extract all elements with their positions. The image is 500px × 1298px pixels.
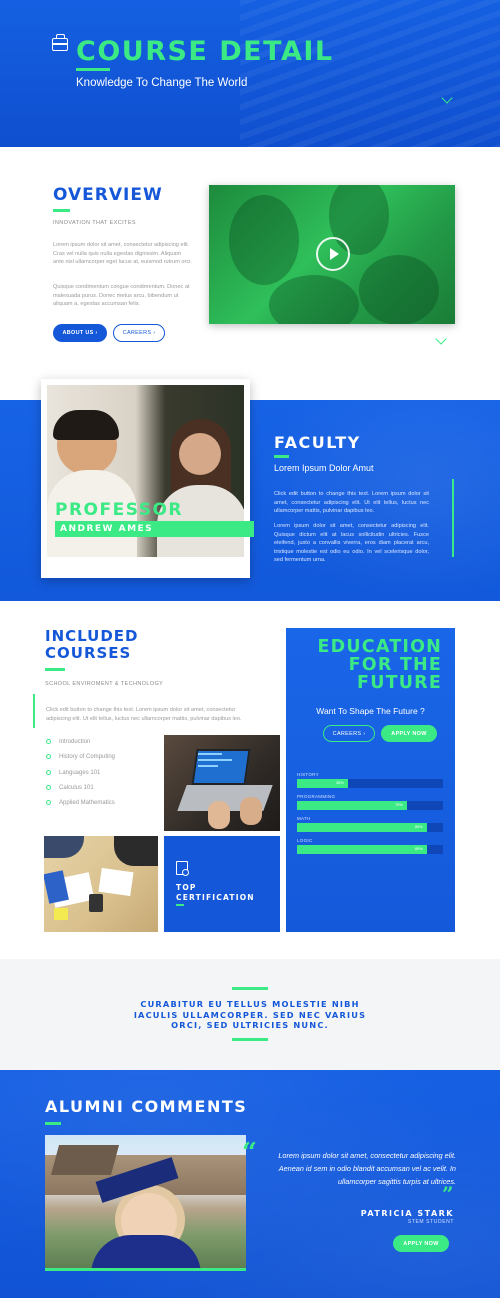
alumni-name: PATRICIA STARK [360,1209,454,1218]
certification-underline [176,904,184,906]
quote-text: CURABITUR EU TELLUS MOLESTIE NIBH IACULI… [133,999,367,1030]
intro-accent-line [33,694,35,728]
page-subtitle: Knowledge To Change The World [76,77,248,89]
courses-underline [45,668,65,671]
careers-button[interactable]: CAREERS › [323,725,375,742]
study-group-image [44,836,158,932]
skill-label: LOGIC [297,838,313,843]
play-icon[interactable] [316,237,350,271]
education-subtitle: Want To Shape The Future ? [316,706,425,716]
skill-label: HISTORY [297,772,319,777]
hero-background-image [240,0,500,147]
skill-bar: 89% [297,823,443,832]
alumni-photo-underline [45,1268,246,1271]
laptop-image [164,735,280,831]
title-underline [76,68,110,71]
briefcase-icon [52,34,68,51]
bullet-icon [46,800,51,805]
faculty-accent-line [452,479,454,557]
bullet-icon [46,754,51,759]
skill-bar: 89% [297,845,443,854]
skill-bar-fill: 89% [297,823,427,832]
overview-paragraph-2: Quisque condimentum congue condimentum. … [53,284,190,308]
alumni-underline [45,1122,61,1125]
faculty-paragraph-2: Lorem ipsum dolor sit amet, consectetur … [274,523,429,564]
overview-tagline: INNOVATION THAT EXCITES [53,220,136,226]
certification-label-line-1: TOP [176,883,197,892]
skill-label: PROGRAMMING [297,794,336,799]
skill-bar: 75% [297,801,443,810]
courses-heading-line-2: COURSES [45,644,132,662]
overview-underline [53,209,70,212]
skill-bar-fill: 75% [297,801,407,810]
faculty-underline [274,455,289,458]
bullet-icon [46,739,51,744]
courses-intro: Click edit button to change this text. L… [46,707,242,722]
course-list-item[interactable]: History of Computing [46,754,115,760]
alumni-comment: Lorem ipsum dolor sit amet, consectetur … [278,1151,456,1186]
course-list-item[interactable]: Introduction [46,739,90,745]
page-title: COURSE DETAIL [76,36,334,67]
overview-paragraph-1: Lorem ipsum dolor sit amet, consectetur … [53,242,192,266]
apply-now-button[interactable]: APPLY NOW [381,725,437,742]
faculty-paragraph-1: Click edit button to change this text. L… [274,491,429,515]
skill-bar: 35% [297,779,443,788]
close-quote-icon: ” [442,1182,454,1206]
certification-tile[interactable]: TOP CERTIFICATION [164,836,280,932]
course-list-item[interactable]: Applied Mathematics [46,800,115,806]
alumni-role: STEM STUDENT [407,1219,454,1225]
alumni-photo [45,1135,246,1269]
professor-name: ANDREW AMES [55,521,254,537]
course-list-item[interactable]: Calculus 101 [46,785,94,791]
faculty-subheading: Lorem Ipsum Dolor Amut [274,463,374,473]
open-quote-icon: “ [242,1138,257,1168]
careers-button[interactable]: CAREERS › [113,324,165,342]
courses-heading-line-1: INCLUDED [45,627,139,645]
course-list-item[interactable]: Languages 101 [46,770,100,776]
overview-video[interactable] [209,185,455,324]
apply-now-button[interactable]: APPLY NOW [393,1235,449,1252]
bullet-icon [46,770,51,775]
hero-section: COURSE DETAIL Knowledge To Change The Wo… [0,0,500,147]
professor-photo-card [41,379,250,578]
skill-bar-fill: 35% [297,779,348,788]
faculty-heading: FACULTY [274,433,361,452]
certification-label-line-2: CERTIFICATION [176,893,255,902]
education-title: EDUCATION FOR THE FUTURE [317,637,442,693]
skill-bar-fill: 89% [297,845,427,854]
quote-bottom-line [232,1038,268,1041]
overview-heading: OVERVIEW [53,185,163,205]
about-us-button[interactable]: ABOUT US › [53,324,107,342]
education-panel: EDUCATION FOR THE FUTURE Want To Shape T… [286,628,455,932]
courses-tagline: SCHOOL ENVIROMENT & TECHNOLOGY [45,681,164,687]
skill-label: MATH [297,816,311,821]
chevron-down-icon[interactable] [435,333,447,345]
bullet-icon [46,785,51,790]
alumni-heading: ALUMNI COMMENTS [45,1097,248,1116]
quote-top-line [232,987,268,990]
professor-label: PROFESSOR [55,500,183,520]
